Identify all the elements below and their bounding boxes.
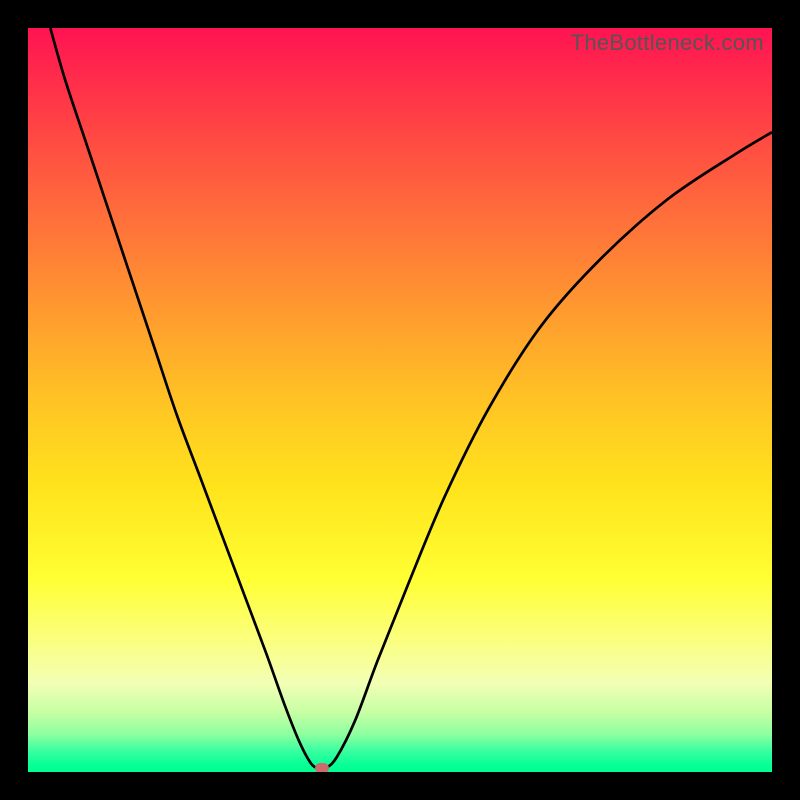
- watermark-text: TheBottleneck.com: [571, 30, 764, 56]
- optimal-point-marker: [315, 763, 329, 772]
- plot-area: TheBottleneck.com: [28, 28, 772, 772]
- chart-frame: TheBottleneck.com: [0, 0, 800, 800]
- bottleneck-curve: [28, 28, 772, 772]
